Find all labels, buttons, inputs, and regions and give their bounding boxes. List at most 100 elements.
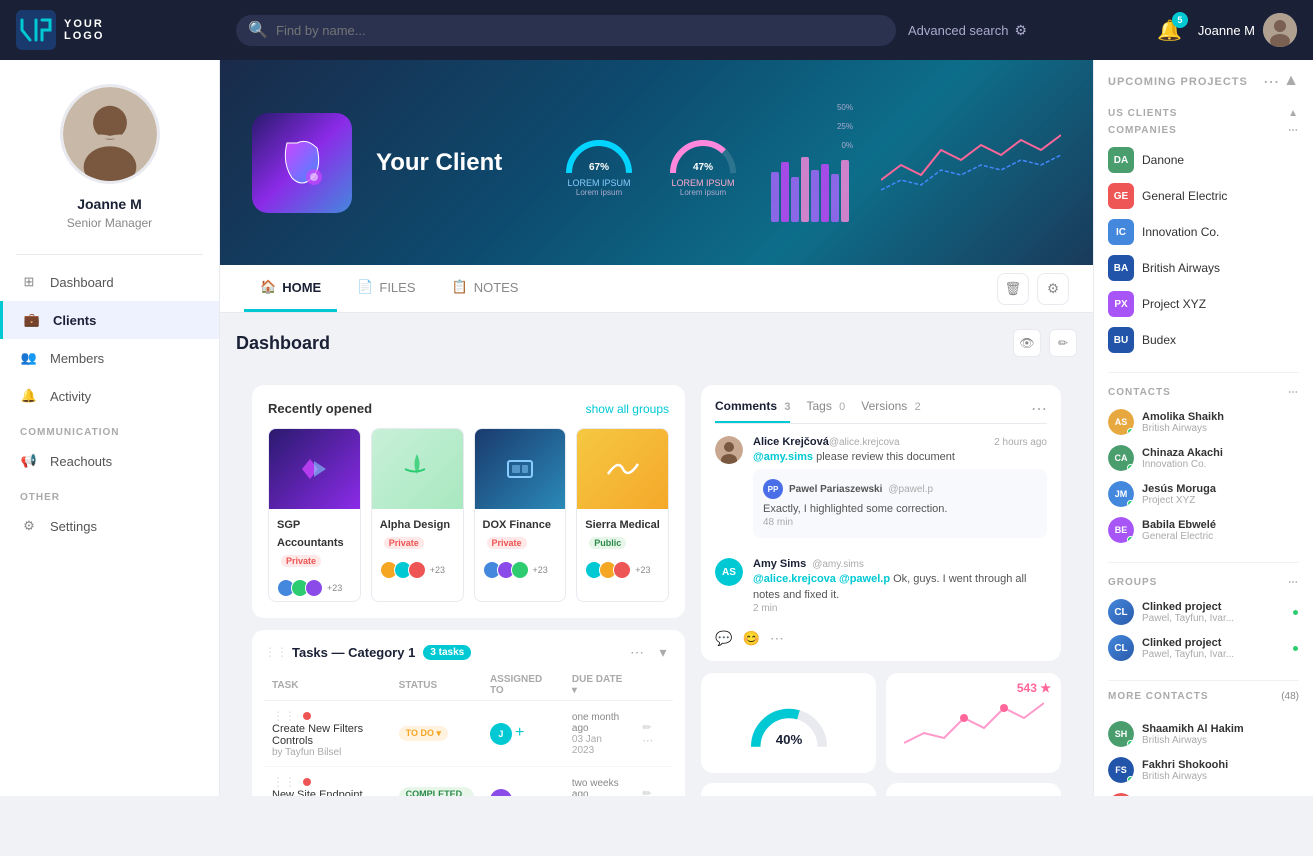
table-row[interactable]: ⋮⋮ Create New Filters Controls by Tayfun… bbox=[264, 701, 673, 767]
client-header: Your Client 67% LOREM IPSUM Lorem ipsum bbox=[220, 60, 1093, 265]
tasks-more-button[interactable]: ⋯ bbox=[627, 642, 647, 662]
tasks-header: ⋮⋮ Tasks — Category 1 3 tasks ⋯ ▾ bbox=[264, 642, 673, 662]
project-name-2: DOX Finance bbox=[483, 519, 551, 531]
tab-versions[interactable]: Versions 2 bbox=[861, 399, 920, 423]
notes-icon: 📋 bbox=[452, 279, 468, 295]
tab-notes[interactable]: 📋 NOTES bbox=[436, 265, 535, 312]
project-card-0[interactable]: SGP Accountants Private +23 bbox=[268, 428, 361, 602]
rs-divider-1 bbox=[1108, 372, 1299, 373]
sidebar-item-members[interactable]: 👥 Members bbox=[0, 339, 219, 377]
more-contact-1[interactable]: FS Fakhri Shokoohi British Airways bbox=[1108, 752, 1299, 788]
rs-collapse-button[interactable]: ▲ bbox=[1283, 72, 1299, 92]
row-drag-handle[interactable]: ⋮⋮ bbox=[272, 775, 296, 789]
tasks-collapse-button[interactable]: ▾ bbox=[653, 642, 673, 662]
more-contact-2[interactable]: BN Benito Noboa British Airways bbox=[1108, 788, 1299, 796]
notifications-button[interactable]: 🔔 5 bbox=[1157, 18, 1182, 43]
comment-time-0: 2 hours ago bbox=[994, 437, 1047, 448]
bar-chart-area: 50% 25% 0% bbox=[767, 103, 857, 222]
mini-chart-line-pink: 543 ★ bbox=[886, 673, 1061, 773]
group-avatar-1: CL bbox=[1108, 635, 1134, 661]
client-header-inner: Your Client 67% LOREM IPSUM Lorem ipsum bbox=[220, 60, 1093, 265]
tasks-table: TASK STATUS ASSIGNED TO DUE DATE ▾ bbox=[264, 670, 673, 796]
avatar-count-2: +23 bbox=[533, 565, 548, 575]
status-badge-0[interactable]: TO DO ▾ bbox=[399, 726, 448, 741]
emoji-button[interactable]: 😊 bbox=[742, 630, 759, 647]
company-name-0: Danone bbox=[1142, 153, 1184, 167]
mini-charts-grid: 40% 543 ★ bbox=[701, 673, 1061, 796]
us-clients-collapse[interactable]: ▲ bbox=[1288, 108, 1299, 119]
delete-button[interactable]: 🗑 bbox=[997, 273, 1029, 305]
view-button[interactable]: 👁 bbox=[1013, 329, 1041, 357]
advanced-search-button[interactable]: Advanced search ⚙ bbox=[908, 22, 1027, 39]
sidebar-item-clients[interactable]: 💼 Clients bbox=[0, 301, 219, 339]
mini-gauge-svg: 40% bbox=[739, 685, 839, 761]
rs-more-button[interactable]: ⋯ bbox=[1263, 72, 1279, 92]
add-assignee-0[interactable]: + bbox=[515, 724, 524, 741]
reply-time-0: 48 min bbox=[763, 517, 1037, 528]
profile-name: Joanne M bbox=[77, 196, 142, 212]
project-avatars-1: +23 bbox=[372, 557, 463, 583]
company-item-0[interactable]: DA Danone bbox=[1108, 142, 1299, 178]
tasks-header-left: ⋮⋮ Tasks — Category 1 3 tasks bbox=[264, 645, 471, 660]
settings-tab-button[interactable]: ⚙ bbox=[1037, 273, 1069, 305]
tab-tags[interactable]: Tags 0 bbox=[806, 399, 845, 423]
comments-more-button[interactable]: ⋯ bbox=[1031, 399, 1047, 423]
status-badge-1[interactable]: COMPLETED ▾ bbox=[399, 787, 474, 796]
home-icon: 🏠 bbox=[260, 279, 276, 295]
files-icon: 📄 bbox=[357, 279, 373, 295]
group-item-0[interactable]: CL Clinked project Pawel, Tayfun, Ivar..… bbox=[1108, 594, 1299, 630]
sidebar-item-reachouts[interactable]: 📢 Reachouts bbox=[0, 442, 219, 480]
edit-button[interactable]: ✏ bbox=[1049, 329, 1077, 357]
tab-home[interactable]: 🏠 HOME bbox=[244, 265, 337, 312]
company-item-1[interactable]: GE General Electric bbox=[1108, 178, 1299, 214]
edit-task-1[interactable]: ✏ bbox=[642, 788, 651, 797]
tab-comments[interactable]: Comments 3 bbox=[715, 399, 790, 423]
sidebar-item-label: Activity bbox=[50, 389, 91, 404]
more-comment-button[interactable]: ⋯ bbox=[770, 630, 784, 647]
company-item-4[interactable]: PX Project XYZ bbox=[1108, 286, 1299, 322]
group-item-1[interactable]: CL Clinked project Pawel, Tayfun, Ivar..… bbox=[1108, 630, 1299, 666]
more-contact-0[interactable]: SH Shaamikh Al Hakim British Airways bbox=[1108, 716, 1299, 752]
tasks-title: Tasks — Category 1 bbox=[292, 645, 415, 660]
main-content: Your Client 67% LOREM IPSUM Lorem ipsum bbox=[220, 60, 1093, 796]
assignee-avatar-1: H bbox=[490, 789, 512, 797]
contact-avatar-1: CA bbox=[1108, 445, 1134, 471]
sidebar-item-settings[interactable]: ⚙ Settings bbox=[0, 507, 219, 545]
company-name-5: Budex bbox=[1142, 333, 1176, 347]
recently-opened-header: Recently opened show all groups bbox=[268, 401, 669, 416]
more-contacts-section: SH Shaamikh Al Hakim British Airways FS … bbox=[1094, 708, 1313, 796]
tab-files[interactable]: 📄 FILES bbox=[341, 265, 431, 312]
contact-company-1: Innovation Co. bbox=[1142, 459, 1299, 470]
comment-actions: 💬 😊 ⋯ bbox=[715, 626, 1047, 647]
search-input[interactable] bbox=[236, 15, 896, 46]
row-drag-handle[interactable]: ⋮⋮ bbox=[272, 709, 296, 723]
show-all-groups-link[interactable]: show all groups bbox=[586, 402, 669, 416]
more-contact-avatar-0: SH bbox=[1108, 721, 1134, 747]
project-card-2[interactable]: DOX Finance Private +23 bbox=[474, 428, 567, 602]
contact-item-0[interactable]: AS Amolika Shaikh British Airways bbox=[1108, 404, 1299, 440]
drag-handle[interactable]: ⋮⋮ bbox=[264, 645, 288, 659]
contact-item-3[interactable]: BE Babila Ebwelé General Electric bbox=[1108, 512, 1299, 548]
company-item-2[interactable]: IC Innovation Co. bbox=[1108, 214, 1299, 250]
more-contacts-label: MORE CONTACTS bbox=[1108, 691, 1209, 702]
sidebar-item-activity[interactable]: 🔔 Activity bbox=[0, 377, 219, 415]
company-item-3[interactable]: BA British Airways bbox=[1108, 250, 1299, 286]
contact-info-3: Babila Ebwelé General Electric bbox=[1142, 519, 1299, 542]
task-name-0: Create New Filters Controls bbox=[272, 723, 383, 747]
contact-item-2[interactable]: JM Jesús Moruga Project XYZ bbox=[1108, 476, 1299, 512]
contact-item-1[interactable]: CA Chinaza Akachi Innovation Co. bbox=[1108, 440, 1299, 476]
megaphone-icon: 📢 bbox=[20, 452, 38, 470]
companies-more[interactable]: ⋯ bbox=[1288, 125, 1299, 136]
table-row[interactable]: ⋮⋮ New Site Endpoint (change n by Homura… bbox=[264, 767, 673, 797]
project-card-1[interactable]: Alpha Design Private +23 bbox=[371, 428, 464, 602]
more-task-0[interactable]: ⋯ bbox=[642, 735, 653, 747]
sidebar-item-dashboard[interactable]: ⊞ Dashboard bbox=[0, 263, 219, 301]
project-card-3[interactable]: Sierra Medical Public +23 bbox=[576, 428, 669, 602]
reply-button[interactable]: 💬 bbox=[715, 630, 732, 647]
groups-more[interactable]: ⋯ bbox=[1288, 577, 1299, 588]
company-item-5[interactable]: BU Budex bbox=[1108, 322, 1299, 358]
user-info[interactable]: Joanne M bbox=[1198, 13, 1297, 47]
profile-image bbox=[63, 87, 157, 181]
contacts-more[interactable]: ⋯ bbox=[1288, 387, 1299, 398]
edit-task-0[interactable]: ✏ bbox=[642, 722, 651, 734]
